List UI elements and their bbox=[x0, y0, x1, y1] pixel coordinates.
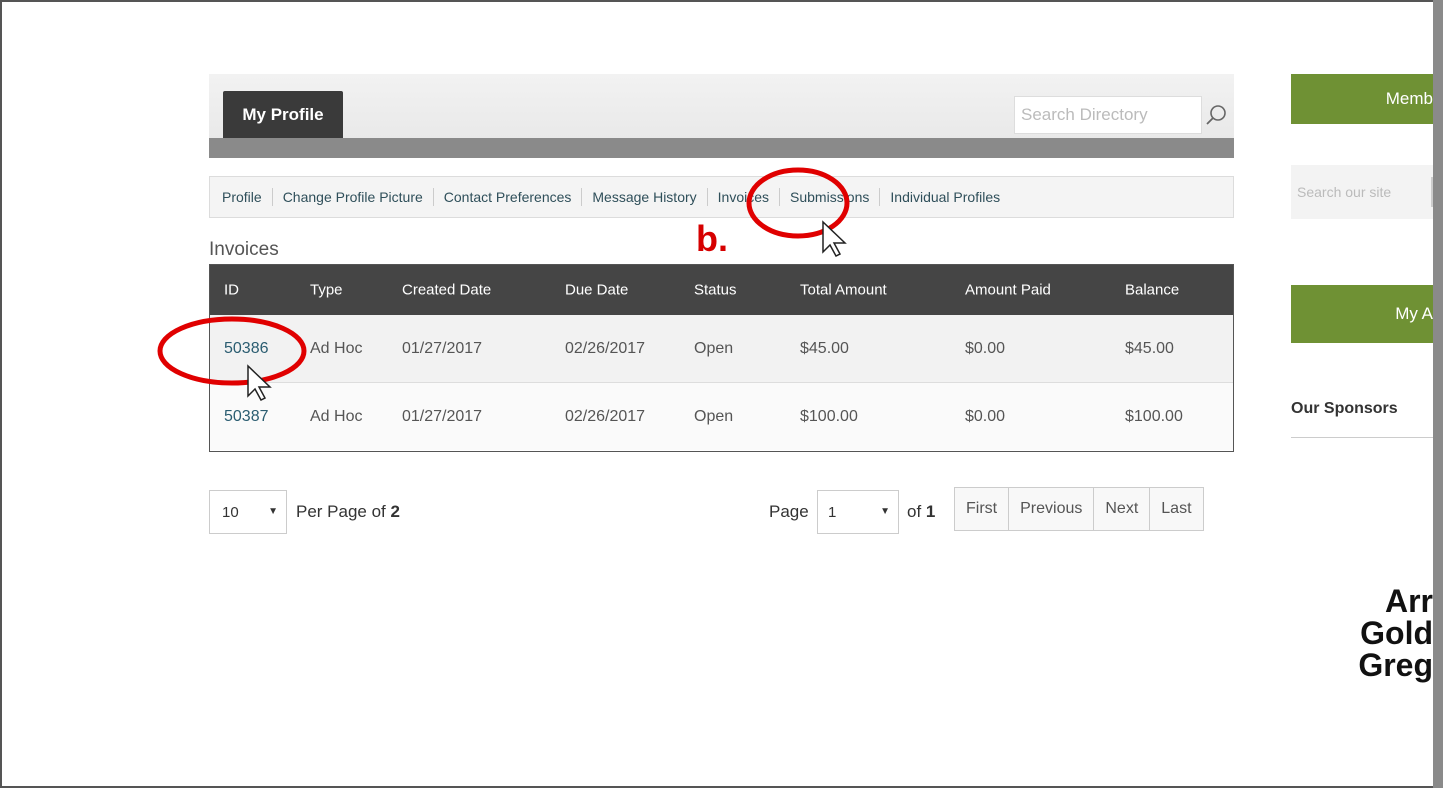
highlight-circle-invoices bbox=[746, 167, 850, 239]
highlight-circle-invoice-id bbox=[157, 316, 307, 386]
mouse-pointer-icon bbox=[247, 364, 272, 401]
annotation-overlay bbox=[157, 167, 850, 401]
